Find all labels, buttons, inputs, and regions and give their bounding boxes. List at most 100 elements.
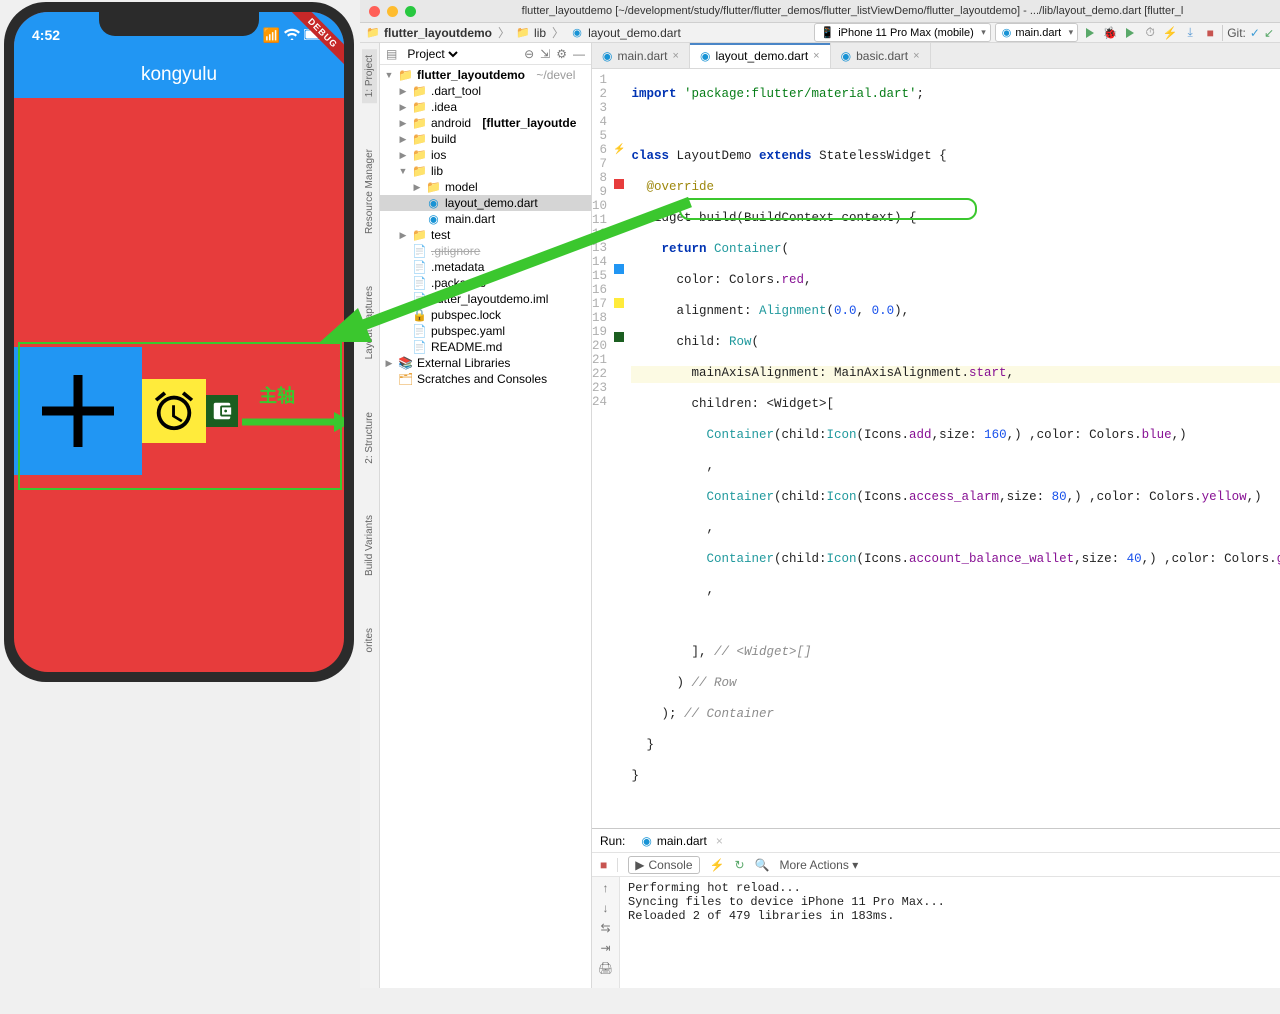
device-selector[interactable]: 📱iPhone 11 Pro Max (mobile) (814, 23, 991, 42)
hot-reload-icon[interactable]: ⚡ (710, 858, 725, 872)
run-tab-main[interactable]: ◉main.dart× (633, 832, 731, 850)
crumb-project[interactable]: 📁flutter_layoutdemo (366, 26, 492, 40)
hot-reload-button[interactable]: ⚡ (1162, 25, 1178, 41)
console-tab[interactable]: ▶Console (628, 856, 699, 874)
tree-root[interactable]: ▼📁flutter_layoutdemo ~/devel (380, 67, 591, 83)
flutter-attach-button[interactable]: ⤓ (1182, 25, 1198, 41)
dart-file-icon: ◉ (426, 212, 441, 226)
vcs-commit-icon[interactable]: ↙ (1264, 26, 1274, 40)
tree-android[interactable]: ▶📁android [flutter_layoutde (380, 115, 591, 131)
file-icon: 📄 (412, 340, 427, 354)
tree-ios[interactable]: ▶📁ios (380, 147, 591, 163)
down-icon[interactable]: ↓ (603, 901, 609, 915)
project-tree[interactable]: ▼📁flutter_layoutdemo ~/devel ▶📁.dart_too… (380, 65, 591, 988)
tree-packages[interactable]: 📄.packages (380, 275, 591, 291)
crumb-file[interactable]: ◉layout_demo.dart (570, 26, 681, 40)
side-tab-build-variants[interactable]: Build Variants (362, 509, 377, 582)
add-icon (36, 369, 120, 453)
signal-icon: 📶 (263, 27, 280, 44)
device-notch (99, 12, 259, 36)
coverage-button[interactable] (1122, 25, 1138, 41)
tree-scratches[interactable]: 🗂Scratches and Consoles (380, 371, 591, 387)
traffic-lights[interactable] (360, 0, 425, 23)
close-tab-icon[interactable]: × (716, 834, 723, 848)
console-output[interactable]: Performing hot reload... Syncing files t… (620, 877, 1280, 988)
dart-file-icon: ◉ (841, 49, 851, 63)
stop-run-icon[interactable]: ■ (600, 858, 607, 872)
tree-test[interactable]: ▶📁test (380, 227, 591, 243)
play-icon (1086, 28, 1094, 38)
tree-iml[interactable]: 📄flutter_layoutdemo.iml (380, 291, 591, 307)
editor-tabs: ◉main.dart× ◉layout_demo.dart× ◉basic.da… (592, 43, 1280, 69)
hide-icon[interactable]: — (573, 47, 585, 61)
more-actions-dropdown[interactable]: More Actions ▾ (779, 858, 858, 872)
profile-button[interactable]: ⏱ (1142, 25, 1158, 41)
tree-idea[interactable]: ▶📁.idea (380, 99, 591, 115)
tab-main[interactable]: ◉main.dart× (592, 43, 690, 68)
run-tab-bar: Run: ◉main.dart× (592, 829, 1280, 853)
annotation-axis-label: 主轴 (259, 382, 295, 408)
stop-button[interactable]: ■ (1202, 25, 1218, 41)
tab-layout-demo[interactable]: ◉layout_demo.dart× (690, 43, 831, 68)
lock-file-icon: 🔒 (412, 308, 427, 322)
color-swatch-blue[interactable] (613, 260, 625, 277)
folder-icon: 📁 (412, 228, 427, 242)
tree-dart-tool[interactable]: ▶📁.dart_tool (380, 83, 591, 99)
color-swatch-yellow[interactable] (613, 294, 625, 311)
crumb-lib[interactable]: 📁lib (516, 26, 546, 40)
tree-build[interactable]: ▶📁build (380, 131, 591, 147)
up-icon[interactable]: ↑ (603, 881, 609, 895)
side-tab-project[interactable]: 1: Project (362, 49, 377, 103)
close-tab-icon[interactable]: × (813, 50, 819, 62)
tree-pubspec-lock[interactable]: 🔒pubspec.lock (380, 307, 591, 323)
close-tab-icon[interactable]: × (673, 50, 679, 62)
side-tab-resource-manager[interactable]: Resource Manager (362, 143, 377, 240)
tree-main[interactable]: ◉main.dart (380, 211, 591, 227)
wrap-icon[interactable]: ⇆ (600, 921, 610, 935)
scratches-icon: 🗂 (398, 372, 413, 386)
close-window-icon[interactable] (369, 6, 380, 17)
run-button[interactable] (1082, 25, 1098, 41)
file-icon: 📄 (412, 244, 427, 258)
side-tab-favorites[interactable]: orites (362, 622, 377, 658)
dart-file-icon: ◉ (1002, 26, 1012, 39)
code-text[interactable]: import 'package:flutter/material.dart'; … (625, 69, 1280, 828)
scroll-end-icon[interactable]: ⇥ (600, 941, 610, 955)
collapse-icon[interactable]: ⊖ (524, 47, 534, 61)
tree-model[interactable]: ▶📁model (380, 179, 591, 195)
separator (617, 858, 618, 872)
color-swatch-green[interactable] (613, 328, 625, 345)
side-tab-structure[interactable]: 2: Structure (362, 406, 377, 470)
close-tab-icon[interactable]: × (913, 50, 919, 62)
settings-icon[interactable]: ⚙ (556, 47, 567, 61)
side-tab-layout-captures[interactable]: Layout Captures (362, 280, 377, 365)
vcs-update-icon[interactable]: ✓ (1250, 26, 1260, 40)
run-config-selector[interactable]: ◉main.dart (995, 23, 1078, 42)
project-folder-icon: 📁 (398, 68, 413, 82)
wallet-icon (211, 400, 233, 422)
tab-basic[interactable]: ◉basic.dart× (831, 43, 931, 68)
tree-pubspec-yaml[interactable]: 📄pubspec.yaml (380, 323, 591, 339)
zoom-window-icon[interactable] (405, 6, 416, 17)
hot-restart-icon[interactable]: ↻ (734, 858, 744, 872)
tree-ext-lib[interactable]: ▶📚External Libraries (380, 355, 591, 371)
wifi-icon (284, 27, 300, 43)
debug-button[interactable]: 🐞 (1102, 25, 1118, 41)
tree-layout-demo[interactable]: ◉layout_demo.dart (380, 195, 591, 211)
project-view-selector[interactable]: Project (403, 46, 461, 62)
tree-readme[interactable]: 📄README.md (380, 339, 591, 355)
print-icon[interactable]: 🖨 (598, 961, 613, 975)
color-swatch-red[interactable] (613, 175, 625, 192)
expand-icon[interactable]: ⇲ (540, 47, 550, 61)
minimize-window-icon[interactable] (387, 6, 398, 17)
folder-icon: 📁 (412, 148, 427, 162)
run-gutter-icon[interactable]: ⚡ (613, 141, 625, 158)
tree-gitignore[interactable]: 📄.gitignore (380, 243, 591, 259)
tree-metadata[interactable]: 📄.metadata (380, 259, 591, 275)
folder-icon: 📁 (412, 164, 427, 178)
container-green (206, 395, 238, 427)
tree-lib[interactable]: ▼📁lib (380, 163, 591, 179)
folder-icon: 📁 (516, 26, 530, 40)
devtools-icon[interactable]: 🔍 (755, 858, 770, 872)
code-editor[interactable]: 123456789101112131415161718192021222324 … (592, 69, 1280, 828)
